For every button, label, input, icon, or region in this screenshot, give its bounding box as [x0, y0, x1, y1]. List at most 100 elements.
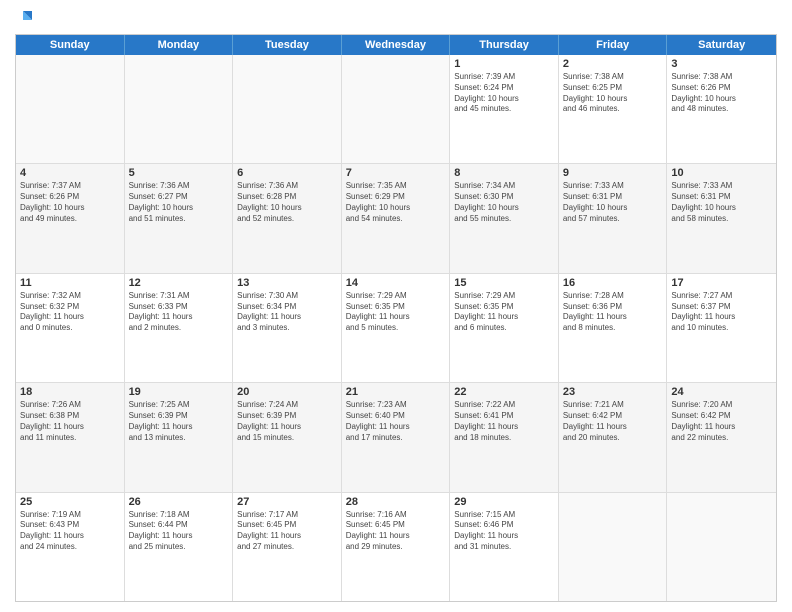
day-number: 13: [237, 277, 337, 289]
day-info: Sunrise: 7:39 AM Sunset: 6:24 PM Dayligh…: [454, 72, 554, 115]
day-info: Sunrise: 7:33 AM Sunset: 6:31 PM Dayligh…: [671, 181, 772, 224]
calendar-cell: [667, 493, 776, 601]
day-info: Sunrise: 7:35 AM Sunset: 6:29 PM Dayligh…: [346, 181, 446, 224]
calendar-cell: 15 Sunrise: 7:29 AM Sunset: 6:35 PM Dayli…: [450, 274, 559, 382]
header-day-friday: Friday: [559, 35, 668, 55]
calendar-cell: 20 Sunrise: 7:24 AM Sunset: 6:39 PM Dayli…: [233, 383, 342, 491]
day-info: Sunrise: 7:29 AM Sunset: 6:35 PM Dayligh…: [454, 291, 554, 334]
calendar-cell: 18 Sunrise: 7:26 AM Sunset: 6:38 PM Dayli…: [16, 383, 125, 491]
calendar-row-2: 11Sunrise: 7:32 AM Sunset: 6:32 PM Dayli…: [16, 274, 776, 383]
calendar-cell: 22Sunrise: 7:22 AM Sunset: 6:41 PM Dayli…: [450, 383, 559, 491]
calendar-cell: [233, 55, 342, 163]
calendar-cell: 17 Sunrise: 7:27 AM Sunset: 6:37 PM Dayli…: [667, 274, 776, 382]
day-info: Sunrise: 7:29 AM Sunset: 6:35 PM Dayligh…: [346, 291, 446, 334]
day-number: 22: [454, 386, 554, 398]
day-info: Sunrise: 7:25 AM Sunset: 6:39 PM Dayligh…: [129, 400, 229, 443]
day-number: 7: [346, 167, 446, 179]
day-number: 3: [671, 58, 772, 70]
calendar-header: SundayMondayTuesdayWednesdayThursdayFrid…: [16, 35, 776, 55]
day-info: Sunrise: 7:26 AM Sunset: 6:38 PM Dayligh…: [20, 400, 120, 443]
day-number: 23: [563, 386, 663, 398]
calendar-cell: [125, 55, 234, 163]
calendar-cell: 25 Sunrise: 7:19 AM Sunset: 6:43 PM Dayli…: [16, 493, 125, 601]
day-info: Sunrise: 7:33 AM Sunset: 6:31 PM Dayligh…: [563, 181, 663, 224]
calendar-cell: 11Sunrise: 7:32 AM Sunset: 6:32 PM Dayli…: [16, 274, 125, 382]
day-number: 16: [563, 277, 663, 289]
calendar-cell: 23 Sunrise: 7:21 AM Sunset: 6:42 PM Dayli…: [559, 383, 668, 491]
day-info: Sunrise: 7:32 AM Sunset: 6:32 PM Dayligh…: [20, 291, 120, 334]
calendar-cell: [16, 55, 125, 163]
day-info: Sunrise: 7:27 AM Sunset: 6:37 PM Dayligh…: [671, 291, 772, 334]
page: SundayMondayTuesdayWednesdayThursdayFrid…: [0, 0, 792, 612]
day-number: 26: [129, 496, 229, 508]
day-number: 18: [20, 386, 120, 398]
day-info: Sunrise: 7:20 AM Sunset: 6:42 PM Dayligh…: [671, 400, 772, 443]
calendar-cell: 4 Sunrise: 7:37 AM Sunset: 6:26 PM Daylig…: [16, 164, 125, 272]
day-info: Sunrise: 7:36 AM Sunset: 6:27 PM Dayligh…: [129, 181, 229, 224]
calendar-row-1: 4 Sunrise: 7:37 AM Sunset: 6:26 PM Daylig…: [16, 164, 776, 273]
calendar-row-0: 1 Sunrise: 7:39 AM Sunset: 6:24 PM Daylig…: [16, 55, 776, 164]
calendar-cell: 26 Sunrise: 7:18 AM Sunset: 6:44 PM Dayli…: [125, 493, 234, 601]
day-number: 6: [237, 167, 337, 179]
day-number: 15: [454, 277, 554, 289]
day-info: Sunrise: 7:17 AM Sunset: 6:45 PM Dayligh…: [237, 510, 337, 553]
calendar-cell: 14 Sunrise: 7:29 AM Sunset: 6:35 PM Dayli…: [342, 274, 451, 382]
calendar-cell: 7 Sunrise: 7:35 AM Sunset: 6:29 PM Daylig…: [342, 164, 451, 272]
header-day-sunday: Sunday: [16, 35, 125, 55]
calendar-row-4: 25 Sunrise: 7:19 AM Sunset: 6:43 PM Dayli…: [16, 493, 776, 601]
day-info: Sunrise: 7:31 AM Sunset: 6:33 PM Dayligh…: [129, 291, 229, 334]
calendar-cell: 1 Sunrise: 7:39 AM Sunset: 6:24 PM Daylig…: [450, 55, 559, 163]
calendar: SundayMondayTuesdayWednesdayThursdayFrid…: [15, 34, 777, 602]
day-info: Sunrise: 7:23 AM Sunset: 6:40 PM Dayligh…: [346, 400, 446, 443]
day-number: 4: [20, 167, 120, 179]
day-info: Sunrise: 7:18 AM Sunset: 6:44 PM Dayligh…: [129, 510, 229, 553]
day-number: 12: [129, 277, 229, 289]
logo: [15, 10, 35, 26]
day-number: 10: [671, 167, 772, 179]
day-info: Sunrise: 7:21 AM Sunset: 6:42 PM Dayligh…: [563, 400, 663, 443]
calendar-cell: 21Sunrise: 7:23 AM Sunset: 6:40 PM Dayli…: [342, 383, 451, 491]
day-info: Sunrise: 7:28 AM Sunset: 6:36 PM Dayligh…: [563, 291, 663, 334]
day-info: Sunrise: 7:38 AM Sunset: 6:25 PM Dayligh…: [563, 72, 663, 115]
calendar-cell: 28Sunrise: 7:16 AM Sunset: 6:45 PM Dayli…: [342, 493, 451, 601]
day-info: Sunrise: 7:37 AM Sunset: 6:26 PM Dayligh…: [20, 181, 120, 224]
day-number: 9: [563, 167, 663, 179]
day-info: Sunrise: 7:19 AM Sunset: 6:43 PM Dayligh…: [20, 510, 120, 553]
header-day-saturday: Saturday: [667, 35, 776, 55]
calendar-cell: 29 Sunrise: 7:15 AM Sunset: 6:46 PM Dayli…: [450, 493, 559, 601]
calendar-cell: 24 Sunrise: 7:20 AM Sunset: 6:42 PM Dayli…: [667, 383, 776, 491]
day-number: 17: [671, 277, 772, 289]
day-info: Sunrise: 7:24 AM Sunset: 6:39 PM Dayligh…: [237, 400, 337, 443]
day-number: 19: [129, 386, 229, 398]
day-number: 1: [454, 58, 554, 70]
day-number: 5: [129, 167, 229, 179]
calendar-cell: 12 Sunrise: 7:31 AM Sunset: 6:33 PM Dayli…: [125, 274, 234, 382]
calendar-cell: 3Sunrise: 7:38 AM Sunset: 6:26 PM Daylig…: [667, 55, 776, 163]
day-info: Sunrise: 7:30 AM Sunset: 6:34 PM Dayligh…: [237, 291, 337, 334]
day-info: Sunrise: 7:36 AM Sunset: 6:28 PM Dayligh…: [237, 181, 337, 224]
calendar-row-3: 18 Sunrise: 7:26 AM Sunset: 6:38 PM Dayli…: [16, 383, 776, 492]
calendar-cell: 9 Sunrise: 7:33 AM Sunset: 6:31 PM Daylig…: [559, 164, 668, 272]
day-number: 2: [563, 58, 663, 70]
calendar-cell: [559, 493, 668, 601]
calendar-cell: 27 Sunrise: 7:17 AM Sunset: 6:45 PM Dayli…: [233, 493, 342, 601]
header: [15, 10, 777, 26]
calendar-cell: 8Sunrise: 7:34 AM Sunset: 6:30 PM Daylig…: [450, 164, 559, 272]
day-number: 27: [237, 496, 337, 508]
day-number: 25: [20, 496, 120, 508]
day-number: 14: [346, 277, 446, 289]
header-day-wednesday: Wednesday: [342, 35, 451, 55]
header-day-thursday: Thursday: [450, 35, 559, 55]
day-info: Sunrise: 7:15 AM Sunset: 6:46 PM Dayligh…: [454, 510, 554, 553]
calendar-body: 1 Sunrise: 7:39 AM Sunset: 6:24 PM Daylig…: [16, 55, 776, 601]
day-number: 28: [346, 496, 446, 508]
calendar-cell: [342, 55, 451, 163]
day-number: 24: [671, 386, 772, 398]
calendar-cell: 6 Sunrise: 7:36 AM Sunset: 6:28 PM Daylig…: [233, 164, 342, 272]
day-number: 8: [454, 167, 554, 179]
day-number: 20: [237, 386, 337, 398]
calendar-cell: 13 Sunrise: 7:30 AM Sunset: 6:34 PM Dayli…: [233, 274, 342, 382]
header-day-tuesday: Tuesday: [233, 35, 342, 55]
calendar-cell: 19 Sunrise: 7:25 AM Sunset: 6:39 PM Dayli…: [125, 383, 234, 491]
day-number: 29: [454, 496, 554, 508]
